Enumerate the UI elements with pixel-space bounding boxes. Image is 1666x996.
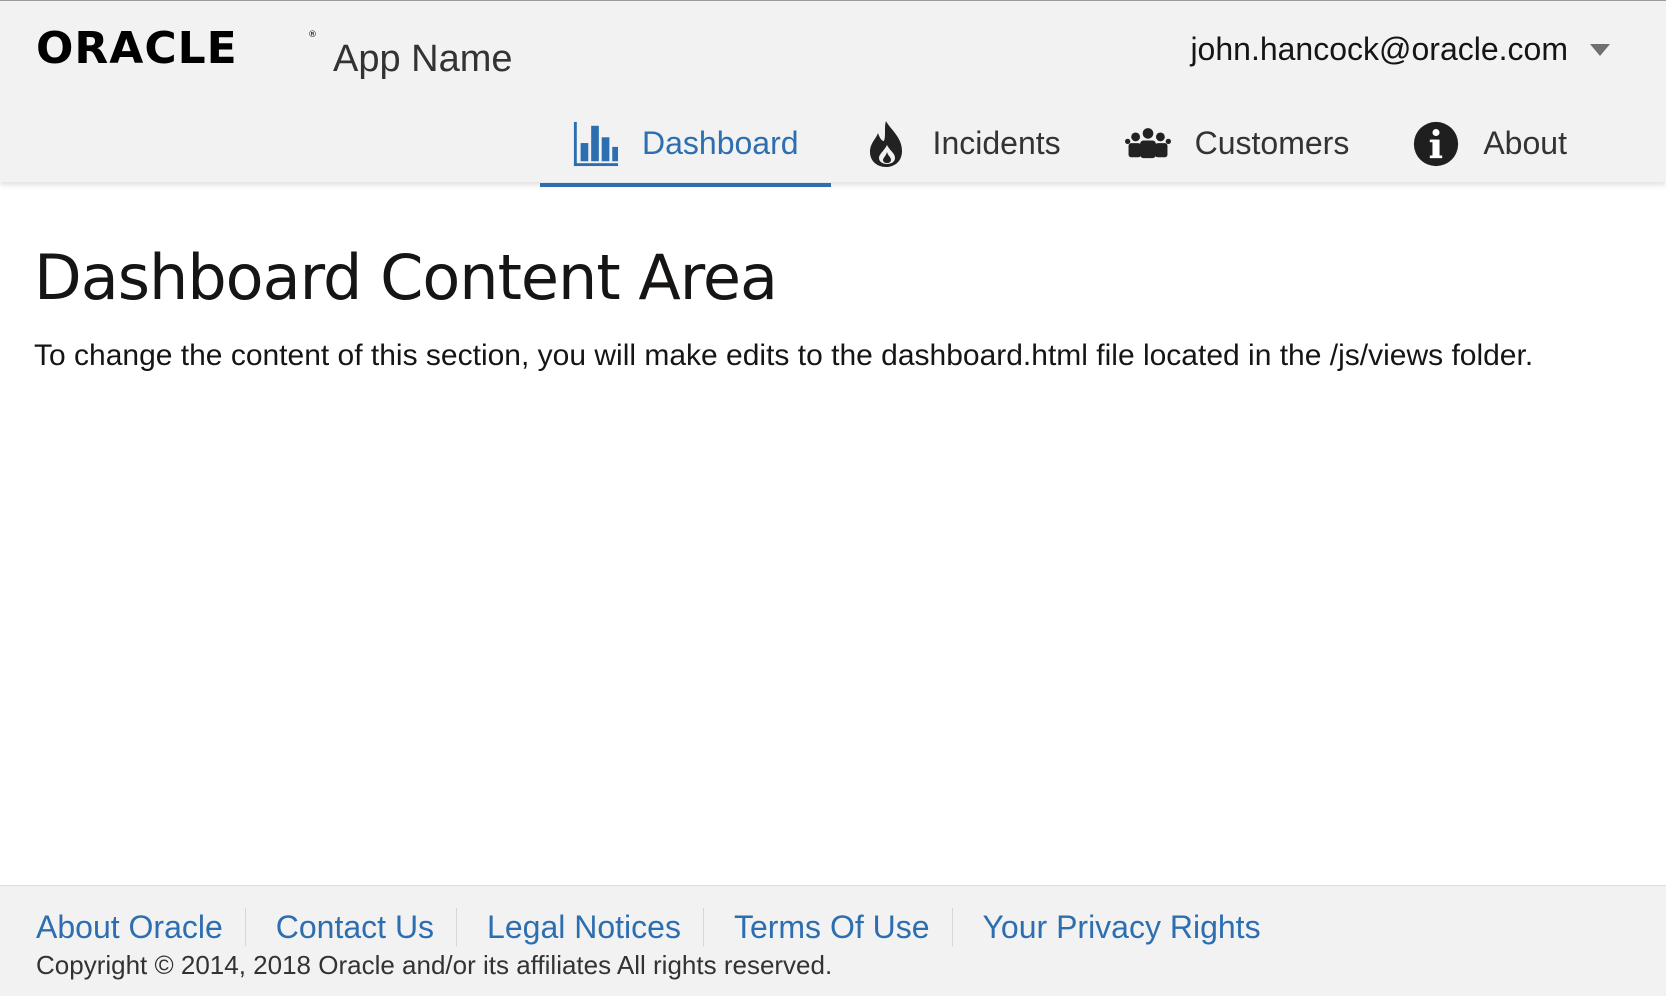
brand: ORACLE ® App Name bbox=[36, 27, 513, 79]
footer-link-legal-notices[interactable]: Legal Notices bbox=[456, 908, 703, 946]
nav-label-about: About bbox=[1483, 125, 1567, 161]
nav-item-customers[interactable]: Customers bbox=[1093, 106, 1382, 181]
oracle-logo-text: ORACLE bbox=[36, 27, 238, 67]
chevron-down-icon[interactable] bbox=[1590, 43, 1610, 56]
nav-item-about[interactable]: About bbox=[1381, 106, 1599, 181]
copyright-text: Copyright © 2014, 2018 Oracle and/or its… bbox=[36, 950, 833, 980]
user-menu[interactable]: john.hancock@oracle.com bbox=[1190, 31, 1610, 68]
nav-label-incidents: Incidents bbox=[932, 125, 1061, 161]
main-content: Dashboard Content Area To change the con… bbox=[34, 238, 1594, 374]
nav-item-dashboard[interactable]: Dashboard bbox=[540, 106, 831, 187]
footer: About Oracle Contact Us Legal Notices Te… bbox=[0, 885, 1666, 996]
main-nav: Dashboard Incidents Customers About bbox=[540, 106, 1599, 187]
info-icon bbox=[1413, 119, 1459, 169]
footer-links: About Oracle Contact Us Legal Notices Te… bbox=[36, 908, 1666, 946]
oracle-logo: ORACLE ® bbox=[36, 27, 317, 67]
fire-icon bbox=[863, 119, 909, 169]
footer-link-about-oracle[interactable]: About Oracle bbox=[36, 908, 245, 946]
user-email[interactable]: john.hancock@oracle.com bbox=[1190, 31, 1568, 68]
nav-item-incidents[interactable]: Incidents bbox=[831, 106, 1093, 181]
nav-label-customers: Customers bbox=[1194, 125, 1350, 161]
nav-label-dashboard: Dashboard bbox=[642, 125, 799, 161]
footer-link-terms-of-use[interactable]: Terms Of Use bbox=[702, 908, 952, 946]
people-icon bbox=[1124, 119, 1171, 169]
page-description: To change the content of this section, y… bbox=[34, 339, 1534, 372]
footer-link-contact-us[interactable]: Contact Us bbox=[244, 908, 456, 946]
svg-text:®: ® bbox=[308, 30, 317, 40]
app-header: ORACLE ® App Name john.hancock@oracle.co… bbox=[0, 0, 1666, 187]
page-title: Dashboard Content Area bbox=[34, 241, 778, 314]
footer-link-privacy-rights[interactable]: Your Privacy Rights bbox=[951, 908, 1283, 946]
app-name: App Name bbox=[333, 38, 513, 80]
bar-chart-icon bbox=[572, 119, 618, 169]
